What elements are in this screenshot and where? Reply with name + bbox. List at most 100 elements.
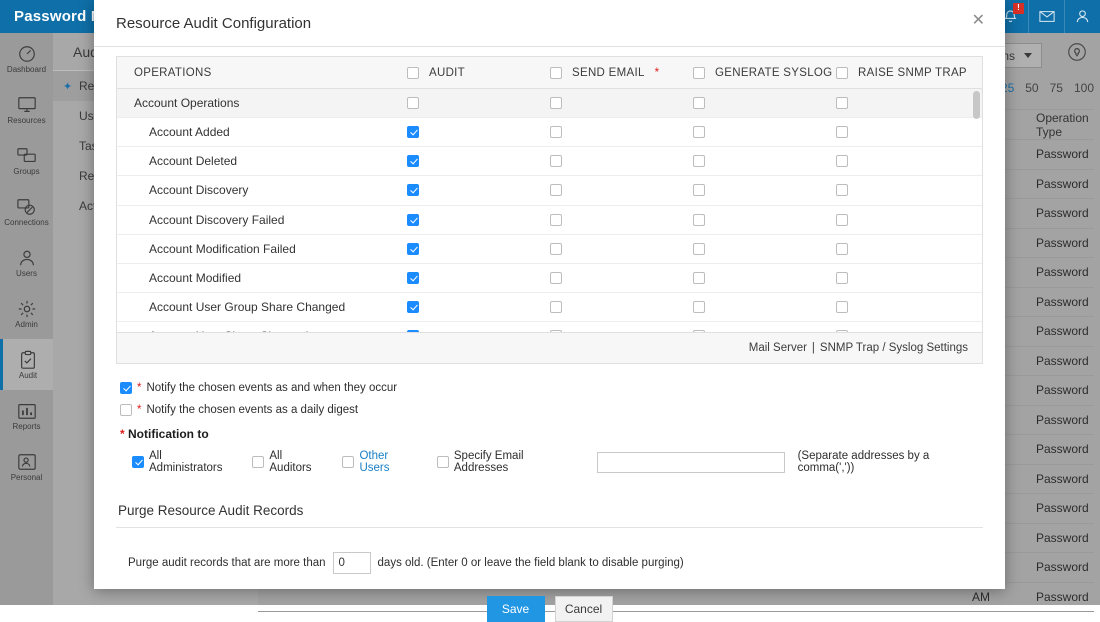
cell-send-email[interactable] xyxy=(550,243,693,255)
cell-audit[interactable] xyxy=(407,243,550,255)
generate-syslog-checkbox[interactable] xyxy=(693,214,705,226)
operations-row[interactable]: Account Added xyxy=(117,118,982,147)
recipient-all-auditors[interactable]: All Auditors xyxy=(252,450,324,474)
cell-raise-snmp-trap[interactable] xyxy=(836,243,979,255)
raise-snmp-trap-checkbox[interactable] xyxy=(836,301,848,313)
audit-checkbox[interactable] xyxy=(407,243,419,255)
raise-snmp-trap-checkbox[interactable] xyxy=(836,97,848,109)
recipient-other-users[interactable]: Other Users xyxy=(342,450,418,474)
cell-send-email[interactable] xyxy=(550,301,693,313)
raise-snmp-trap-checkbox[interactable] xyxy=(836,272,848,284)
snmp-trap-syslog-settings-link[interactable]: SNMP Trap / Syslog Settings xyxy=(820,342,968,354)
cell-raise-snmp-trap[interactable] xyxy=(836,214,979,226)
audit-checkbox[interactable] xyxy=(407,214,419,226)
cell-audit[interactable] xyxy=(407,301,550,313)
send-email-checkbox[interactable] xyxy=(550,214,562,226)
send-email-checkbox[interactable] xyxy=(550,301,562,313)
generate-syslog-checkbox[interactable] xyxy=(693,97,705,109)
generate-syslog-checkbox[interactable] xyxy=(693,330,705,332)
cell-generate-syslog[interactable] xyxy=(693,301,836,313)
cell-raise-snmp-trap[interactable] xyxy=(836,97,979,109)
send-email-checkbox[interactable] xyxy=(550,330,562,332)
recipient-all-administrators[interactable]: All Administrators xyxy=(132,450,234,474)
notify-daily-digest-checkbox[interactable] xyxy=(120,404,132,416)
audit-checkbox[interactable] xyxy=(407,184,419,196)
cell-audit[interactable] xyxy=(407,330,550,332)
audit-checkbox[interactable] xyxy=(407,272,419,284)
operations-row[interactable]: Account Modified xyxy=(117,264,982,293)
cell-send-email[interactable] xyxy=(550,214,693,226)
cell-audit[interactable] xyxy=(407,272,550,284)
generate-syslog-checkbox[interactable] xyxy=(693,126,705,138)
generate-syslog-checkbox[interactable] xyxy=(693,243,705,255)
close-icon[interactable]: ✕ xyxy=(972,13,985,29)
cell-generate-syslog[interactable] xyxy=(693,243,836,255)
audit-checkbox[interactable] xyxy=(407,97,419,109)
cell-raise-snmp-trap[interactable] xyxy=(836,330,979,332)
cell-audit[interactable] xyxy=(407,214,550,226)
cell-raise-snmp-trap[interactable] xyxy=(836,155,979,167)
cell-audit[interactable] xyxy=(407,184,550,196)
operations-row[interactable]: Account User Share Changed xyxy=(117,322,982,332)
cell-generate-syslog[interactable] xyxy=(693,126,836,138)
send-email-checkbox[interactable] xyxy=(550,155,562,167)
cell-send-email[interactable] xyxy=(550,184,693,196)
cell-raise-snmp-trap[interactable] xyxy=(836,126,979,138)
cell-generate-syslog[interactable] xyxy=(693,97,836,109)
recipient-specify-email-addresses[interactable]: Specify Email Addresses xyxy=(437,450,576,474)
purge-days-input[interactable] xyxy=(333,552,371,574)
send-email-checkbox[interactable] xyxy=(550,184,562,196)
audit-checkbox[interactable] xyxy=(407,330,419,332)
select-all-generate-syslog-checkbox[interactable] xyxy=(693,67,705,79)
notify-on-occurrence-option[interactable]: * Notify the chosen events as and when t… xyxy=(120,377,983,399)
cell-generate-syslog[interactable] xyxy=(693,184,836,196)
operations-row[interactable]: Account Modification Failed xyxy=(117,235,982,264)
cell-raise-snmp-trap[interactable] xyxy=(836,301,979,313)
operations-row[interactable]: Account User Group Share Changed xyxy=(117,293,982,322)
send-email-checkbox[interactable] xyxy=(550,126,562,138)
cell-send-email[interactable] xyxy=(550,272,693,284)
cell-generate-syslog[interactable] xyxy=(693,272,836,284)
all-auditors-checkbox[interactable] xyxy=(252,456,264,468)
all-administrators-checkbox[interactable] xyxy=(132,456,144,468)
specify-email-addresses-checkbox[interactable] xyxy=(437,456,449,468)
mail-server-link[interactable]: Mail Server xyxy=(749,342,807,354)
raise-snmp-trap-checkbox[interactable] xyxy=(836,184,848,196)
raise-snmp-trap-checkbox[interactable] xyxy=(836,214,848,226)
audit-checkbox[interactable] xyxy=(407,126,419,138)
cell-generate-syslog[interactable] xyxy=(693,330,836,332)
operations-table-scroll-area[interactable]: Account OperationsAccount AddedAccount D… xyxy=(117,89,982,332)
cell-audit[interactable] xyxy=(407,97,550,109)
email-addresses-input[interactable] xyxy=(597,452,785,473)
operations-group-row[interactable]: Account Operations xyxy=(117,89,982,118)
raise-snmp-trap-checkbox[interactable] xyxy=(836,126,848,138)
send-email-checkbox[interactable] xyxy=(550,243,562,255)
select-all-audit-checkbox[interactable] xyxy=(407,67,419,79)
operations-row[interactable]: Account Discovery xyxy=(117,176,982,205)
send-email-checkbox[interactable] xyxy=(550,272,562,284)
cell-send-email[interactable] xyxy=(550,155,693,167)
operations-row[interactable]: Account Deleted xyxy=(117,147,982,176)
generate-syslog-checkbox[interactable] xyxy=(693,301,705,313)
raise-snmp-trap-checkbox[interactable] xyxy=(836,155,848,167)
cell-send-email[interactable] xyxy=(550,126,693,138)
notify-daily-digest-option[interactable]: * Notify the chosen events as a daily di… xyxy=(120,399,983,421)
send-email-checkbox[interactable] xyxy=(550,97,562,109)
raise-snmp-trap-checkbox[interactable] xyxy=(836,330,848,332)
audit-checkbox[interactable] xyxy=(407,301,419,313)
generate-syslog-checkbox[interactable] xyxy=(693,272,705,284)
cell-audit[interactable] xyxy=(407,155,550,167)
cell-raise-snmp-trap[interactable] xyxy=(836,272,979,284)
cell-generate-syslog[interactable] xyxy=(693,155,836,167)
cell-raise-snmp-trap[interactable] xyxy=(836,184,979,196)
cell-send-email[interactable] xyxy=(550,97,693,109)
audit-checkbox[interactable] xyxy=(407,155,419,167)
generate-syslog-checkbox[interactable] xyxy=(693,155,705,167)
operations-row[interactable]: Account Discovery Failed xyxy=(117,206,982,235)
select-all-raise-snmp-trap-checkbox[interactable] xyxy=(836,67,848,79)
notify-on-occurrence-checkbox[interactable] xyxy=(120,382,132,394)
cell-send-email[interactable] xyxy=(550,330,693,332)
scrollbar-thumb[interactable] xyxy=(973,91,980,119)
raise-snmp-trap-checkbox[interactable] xyxy=(836,243,848,255)
operations-scrollbar[interactable] xyxy=(973,91,980,330)
